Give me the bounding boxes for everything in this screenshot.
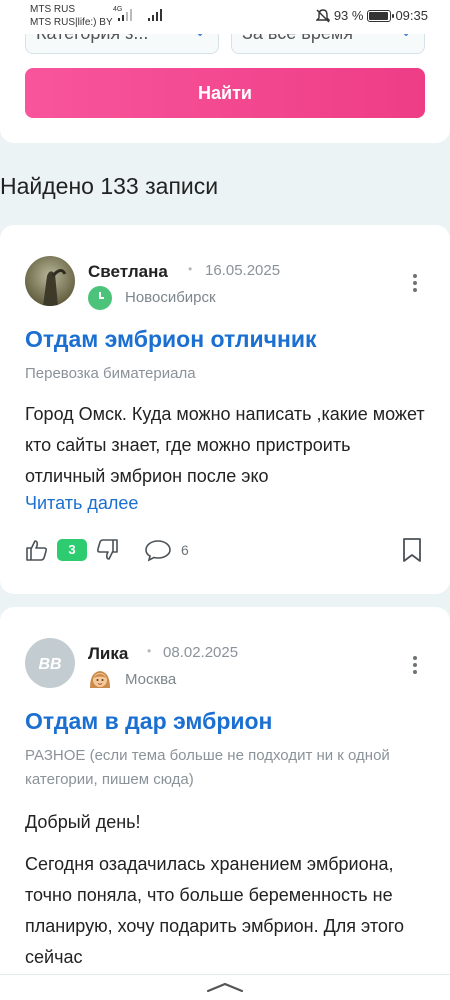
results-heading: Найдено 133 записи [0,173,219,199]
post-excerpt: Сегодня озадачилась хранением эмбриона, … [25,854,405,967]
clock: 09:35 [395,8,428,23]
more-options-icon[interactable] [412,274,418,295]
status-bar: MTS RUS MTS RUS|life:) BY 4G 93 % 09:35 [0,0,450,34]
battery-percent: 93 % [333,8,364,23]
bottom-sheet-handle[interactable] [0,974,450,1000]
carrier-2: MTS RUS|life:) BY [30,17,113,28]
author-city: Новосибирск [125,289,216,306]
post-greeting: Добрый день! [25,812,141,832]
post-card[interactable]: BB Лика • 08.02.2025 Москва Отдам в дар … [0,607,450,1000]
post-category[interactable]: Перевозка биматериала [25,362,425,386]
avatar-initials: BB [38,656,61,673]
thumb-down-icon[interactable] [95,538,119,562]
like-count: 3 [57,539,87,561]
post-category[interactable]: РАЗНОЕ (если тема больше не подходит ни … [25,744,425,792]
signal-icon [148,9,162,21]
avatar[interactable] [25,256,75,306]
author-city: Москва [125,671,177,688]
post-title[interactable]: Отдам в дар эмбрион [25,708,272,735]
battery-icon [367,9,395,22]
carrier-1: MTS RUS [30,4,75,15]
author-name[interactable]: Светлана [88,262,168,282]
status-right: 93 % 09:35 [315,8,428,23]
avatar[interactable]: BB [25,638,75,688]
mute-icon [315,8,330,22]
post-date: 16.05.2025 [205,262,281,279]
girl-emoji-icon [90,671,110,688]
clock-icon [88,286,112,310]
carrier-info: MTS RUS MTS RUS|life:) BY [30,3,113,29]
search-button[interactable]: Найти [25,68,425,118]
separator-dot: • [147,644,152,658]
signal-icon [118,9,132,21]
post-card[interactable]: Светлана • 16.05.2025 Новосибирск Отдам … [0,225,450,594]
comment-count: 6 [181,542,189,558]
more-options-icon[interactable] [412,656,418,677]
separator-dot: • [188,262,193,276]
read-more-link[interactable]: Читать далее [25,493,138,514]
post-excerpt: Город Омск. Куда можно написать ,какие м… [25,404,425,486]
author-name[interactable]: Лика [88,644,128,664]
chevron-up-icon[interactable] [206,981,244,993]
comment-bubble-icon[interactable] [144,538,172,562]
post-date: 08.02.2025 [163,644,239,661]
bookmark-icon[interactable] [401,537,423,563]
thumb-up-icon[interactable] [25,538,49,562]
post-title[interactable]: Отдам эмбрион отличник [25,326,317,353]
